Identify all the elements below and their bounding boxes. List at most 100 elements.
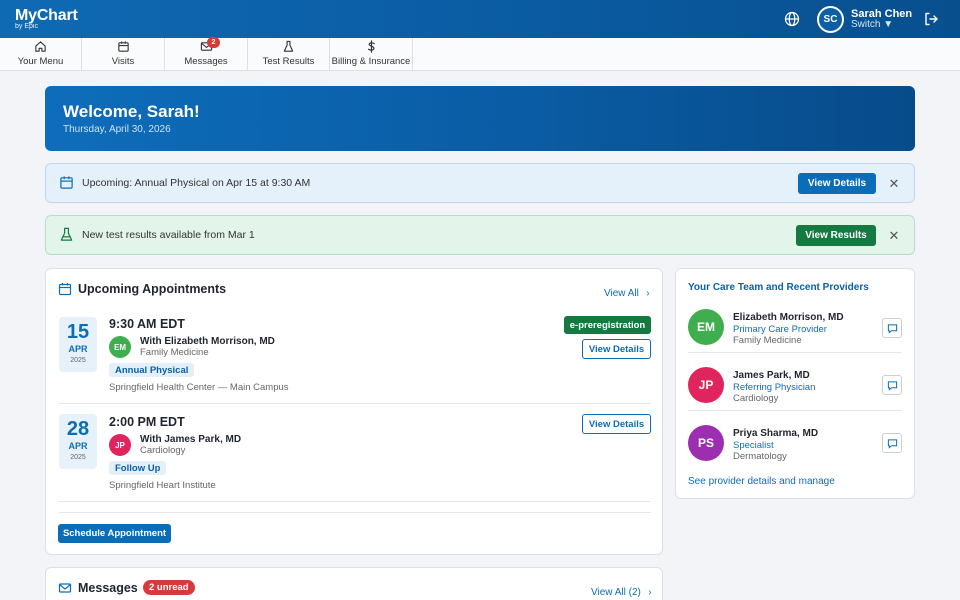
- divider: [59, 403, 651, 404]
- nav-label: Visits: [111, 56, 135, 67]
- globe-icon[interactable]: [784, 11, 800, 27]
- provider-avatar: JP: [688, 367, 724, 403]
- alert-text: Upcoming: Annual Physical on Apr 15 at 9…: [82, 177, 311, 189]
- logo-text: MyChart: [15, 7, 78, 24]
- unread-badge: 2 unread: [143, 580, 195, 595]
- flask-icon: [60, 227, 73, 241]
- care-team-card: Your Care Team and Recent Providers EM E…: [675, 268, 915, 499]
- view-all-appointments-link[interactable]: View All ›: [604, 283, 650, 301]
- schedule-appointment-button[interactable]: Schedule Appointment: [58, 524, 171, 543]
- chevron-right-icon: ›: [648, 587, 652, 598]
- provider-avatar: JP: [109, 434, 131, 456]
- dollar-icon: [367, 40, 375, 53]
- date-month: APR: [68, 441, 88, 451]
- alert-text: New test results available from Mar 1: [82, 229, 255, 241]
- message-provider-button[interactable]: [882, 375, 902, 395]
- view-all-label: View All (2): [591, 587, 641, 598]
- nav-label: Your Menu: [17, 56, 64, 67]
- divider: [59, 501, 651, 502]
- provider-name[interactable]: Priya Sharma, MD: [733, 428, 818, 439]
- nav-visits[interactable]: Visits: [82, 38, 165, 71]
- date-day: 28: [66, 418, 90, 440]
- view-details-button[interactable]: View Details: [798, 173, 876, 194]
- welcome-title: Welcome, Sarah!: [63, 102, 200, 121]
- date-month: APR: [68, 344, 88, 354]
- date-day: 15: [66, 321, 90, 343]
- home-icon: [35, 41, 46, 52]
- calendar-icon: [58, 283, 72, 296]
- nav-your-menu[interactable]: Your Menu: [0, 38, 82, 71]
- calendar-icon: [60, 176, 73, 189]
- provider-role: Specialist: [733, 440, 774, 451]
- appointment-type-badge: Follow Up: [109, 461, 167, 475]
- date-year: 2025: [70, 357, 86, 364]
- nav-billing[interactable]: Billing & Insurance: [330, 38, 413, 71]
- appointment-date: 28 APR 2025: [59, 414, 97, 469]
- provider-avatar: EM: [688, 309, 724, 345]
- chat-bubble-icon: [887, 380, 897, 391]
- chat-bubble-icon: [887, 438, 897, 449]
- appointment-provider: With James Park, MD: [140, 434, 242, 445]
- divider: [688, 352, 902, 353]
- view-all-label: View All: [604, 288, 639, 299]
- messages-title: Messages: [78, 581, 138, 595]
- appointments-title: Upcoming Appointments: [78, 282, 227, 296]
- message-provider-button[interactable]: [882, 433, 902, 453]
- appointment-provider: With Elizabeth Morrison, MD: [140, 336, 275, 347]
- appointment-location: Springfield Heart Institute: [109, 480, 216, 491]
- messages-card: Messages 2 unread View All (2) ›: [45, 567, 663, 600]
- appointments-card: Upcoming Appointments View All › 15 APR …: [45, 268, 663, 555]
- messages-count-badge: 2: [207, 37, 220, 48]
- flask-icon: [283, 40, 294, 52]
- envelope-icon: [58, 583, 72, 593]
- chat-bubble-icon: [887, 323, 897, 334]
- appointment-time: 2:00 PM EDT: [109, 415, 185, 429]
- appointment-type-badge: Annual Physical: [109, 363, 195, 377]
- nav-label: Messages: [184, 56, 228, 67]
- provider-avatar: EM: [109, 336, 131, 358]
- date-year: 2025: [70, 454, 86, 461]
- manage-providers-link[interactable]: See provider details and manage: [688, 476, 835, 487]
- appointment-specialty: Cardiology: [140, 445, 186, 456]
- chevron-right-icon: ›: [646, 288, 650, 299]
- close-icon[interactable]: ✕: [887, 176, 901, 192]
- main-nav: Your Menu Visits 2 Messages Test Results…: [0, 37, 960, 71]
- provider-name[interactable]: James Park, MD: [733, 370, 810, 381]
- nav-label: Billing & Insurance: [331, 56, 411, 67]
- nav-label: Test Results: [262, 56, 315, 67]
- view-details-button[interactable]: View Details: [582, 414, 651, 434]
- calendar-icon: [117, 41, 129, 52]
- provider-name[interactable]: Elizabeth Morrison, MD: [733, 312, 844, 323]
- appointment-time: 9:30 AM EDT: [109, 317, 185, 331]
- mychart-logo[interactable]: MyChart by Epic: [15, 7, 78, 30]
- provider-specialty: Cardiology: [733, 393, 779, 404]
- provider-role: Primary Care Provider: [733, 324, 827, 335]
- appointment-location: Springfield Health Center — Main Campus: [109, 382, 289, 393]
- message-provider-button[interactable]: [882, 318, 902, 338]
- view-all-messages-link[interactable]: View All (2) ›: [591, 582, 652, 600]
- divider: [59, 512, 651, 513]
- divider: [688, 410, 902, 411]
- user-avatar[interactable]: SC: [817, 6, 844, 33]
- logo-subtext: by Epic: [15, 23, 38, 30]
- provider-specialty: Dermatology: [733, 451, 787, 462]
- nav-messages[interactable]: 2 Messages: [165, 37, 248, 71]
- e-preregistration-button[interactable]: e-preregistration: [564, 316, 651, 334]
- top-header: MyChart by Epic SC Sarah Chen Switch ▼: [0, 0, 960, 38]
- appointment-date: 15 APR 2025: [59, 317, 97, 372]
- nav-test-results[interactable]: Test Results: [248, 38, 330, 71]
- provider-avatar: PS: [688, 425, 724, 461]
- provider-specialty: Family Medicine: [733, 335, 802, 346]
- welcome-date: Thursday, April 30, 2026: [63, 124, 171, 135]
- close-icon[interactable]: ✕: [887, 228, 901, 244]
- switch-account-button[interactable]: Switch ▼: [851, 19, 893, 30]
- view-results-button[interactable]: View Results: [796, 225, 876, 246]
- care-team-title: Your Care Team and Recent Providers: [688, 282, 869, 293]
- welcome-banner: Welcome, Sarah! Thursday, April 30, 2026: [45, 86, 915, 151]
- results-alert: New test results available from Mar 1 Vi…: [45, 215, 915, 255]
- provider-role: Referring Physician: [733, 382, 816, 393]
- view-details-button[interactable]: View Details: [582, 339, 651, 359]
- appointment-alert: Upcoming: Annual Physical on Apr 15 at 9…: [45, 163, 915, 203]
- logout-icon[interactable]: [923, 11, 939, 27]
- appointment-specialty: Family Medicine: [140, 347, 209, 358]
